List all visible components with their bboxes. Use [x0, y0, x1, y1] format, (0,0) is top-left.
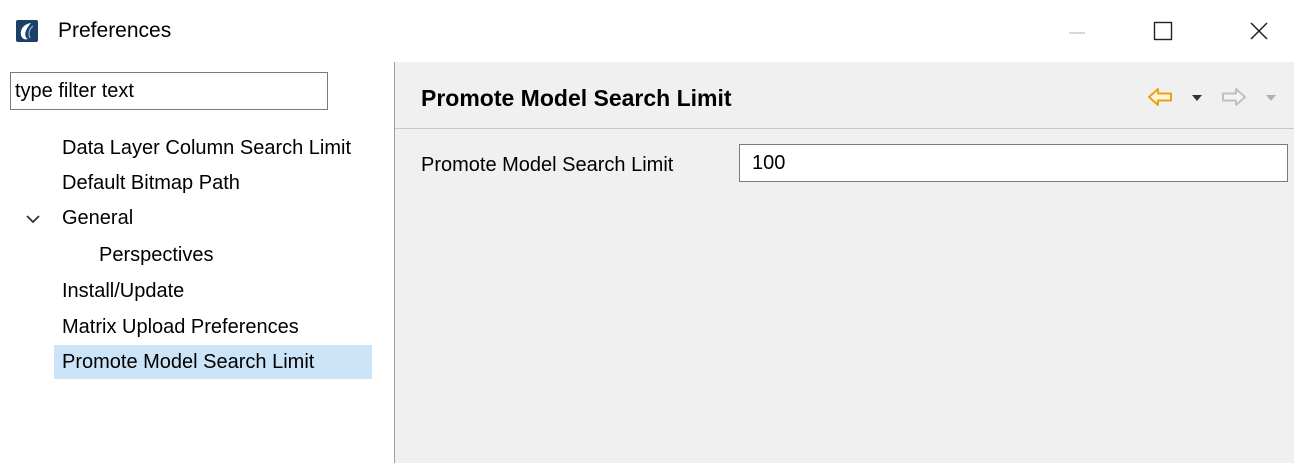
- back-dropdown-icon[interactable]: [1191, 94, 1203, 102]
- tree-item-perspectives[interactable]: Perspectives: [91, 238, 218, 272]
- title-bar: Preferences: [0, 0, 1294, 62]
- back-arrow-icon[interactable]: [1147, 86, 1173, 108]
- app-icon: [16, 20, 38, 42]
- minimize-icon: [1069, 32, 1085, 34]
- tree-item-general[interactable]: General: [54, 201, 137, 235]
- close-button[interactable]: [1224, 0, 1294, 62]
- maximize-icon: [1153, 21, 1173, 41]
- preference-tree-pane: Data Layer Column Search Limit Default B…: [0, 62, 394, 463]
- tree-item-default-bitmap-path[interactable]: Default Bitmap Path: [54, 166, 244, 200]
- tree-item-matrix-upload-preferences[interactable]: Matrix Upload Preferences: [54, 310, 303, 344]
- chevron-down-icon[interactable]: [24, 212, 42, 226]
- tree-item-promote-model-search-limit[interactable]: Promote Model Search Limit: [54, 345, 372, 379]
- tree-item-data-layer-column-search-limit[interactable]: Data Layer Column Search Limit: [54, 131, 388, 165]
- filter-input[interactable]: [10, 72, 328, 110]
- tree-item-install-update[interactable]: Install/Update: [54, 274, 188, 308]
- page-header: Promote Model Search Limit: [395, 62, 1294, 128]
- minimize-button[interactable]: [1042, 0, 1112, 62]
- forward-dropdown-icon: [1266, 95, 1276, 101]
- forward-arrow-icon: [1222, 88, 1246, 106]
- close-icon: [1250, 22, 1268, 40]
- preference-page: Promote Model Search Limit Promote Model…: [395, 62, 1294, 463]
- maximize-button[interactable]: [1128, 0, 1198, 62]
- page-title: Promote Model Search Limit: [421, 85, 732, 111]
- search-limit-label: Promote Model Search Limit: [421, 154, 674, 176]
- window-title: Preferences: [58, 19, 172, 42]
- header-separator: [395, 128, 1294, 129]
- search-limit-input[interactable]: [739, 144, 1288, 182]
